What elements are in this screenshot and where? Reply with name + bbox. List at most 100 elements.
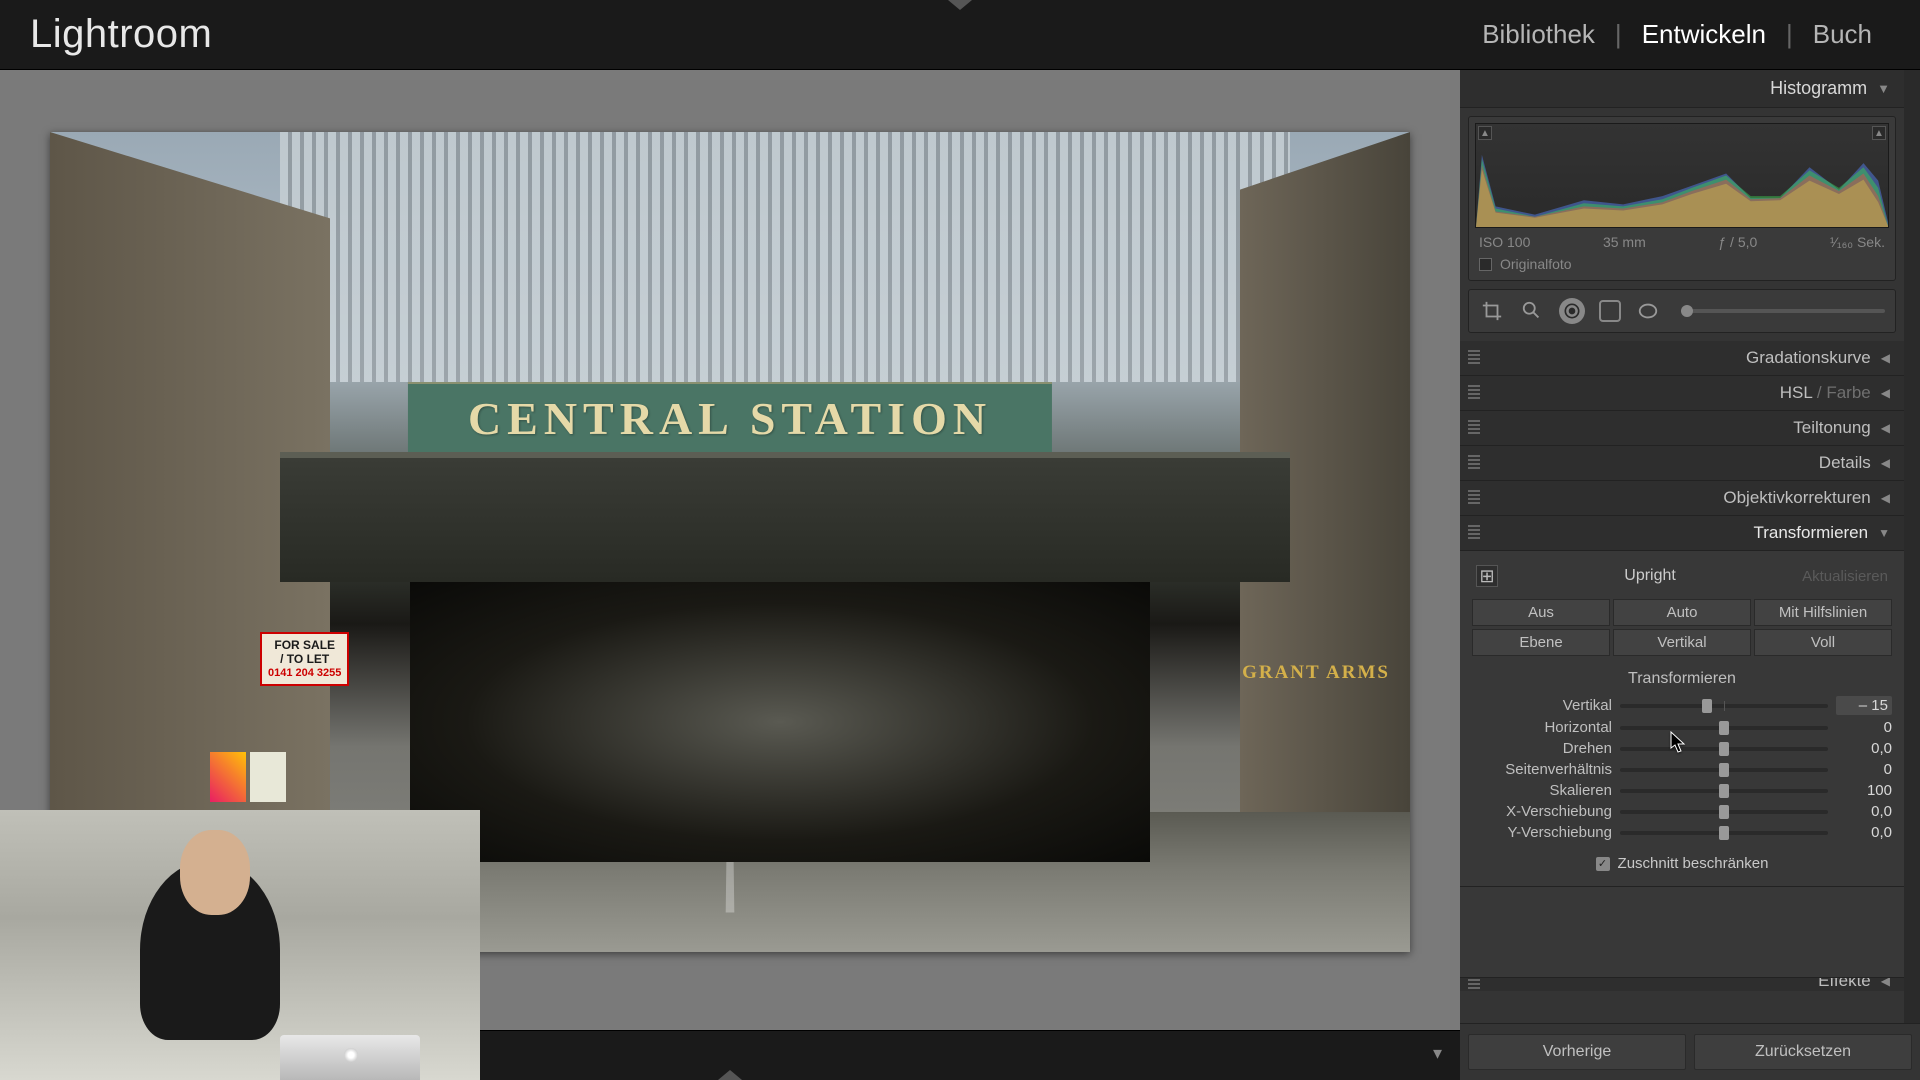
redeye-tool-icon[interactable] bbox=[1559, 298, 1585, 324]
exif-shutter: ¹⁄₁₆₀ Sek. bbox=[1830, 234, 1885, 250]
upright-level-button[interactable]: Ebene bbox=[1472, 629, 1610, 656]
slider-handle[interactable] bbox=[1719, 742, 1729, 756]
chevron-down-icon: ▼ bbox=[1877, 81, 1890, 96]
panel-switch-icon[interactable] bbox=[1468, 525, 1480, 541]
module-book[interactable]: Buch bbox=[1795, 19, 1890, 50]
photo-bridge-beam bbox=[280, 452, 1290, 582]
slider-value[interactable]: 100 bbox=[1836, 782, 1892, 799]
exif-row: ISO 100 35 mm ƒ / 5,0 ¹⁄₁₆₀ Sek. bbox=[1475, 228, 1889, 252]
reset-button[interactable]: Zurücksetzen bbox=[1694, 1034, 1912, 1070]
panel-hsl[interactable]: HSL / Farbe◀ bbox=[1460, 376, 1904, 411]
slider-track[interactable] bbox=[1620, 831, 1828, 835]
upright-vertical-button[interactable]: Vertikal bbox=[1613, 629, 1751, 656]
panel-transform-body: ⊞ Upright Aktualisieren Aus Auto Mit Hil… bbox=[1460, 551, 1904, 887]
panel-scrollbar[interactable] bbox=[1904, 70, 1920, 1023]
chevron-left-icon: ◀ bbox=[1881, 491, 1890, 505]
upright-update-button[interactable]: Aktualisieren bbox=[1802, 568, 1888, 585]
panel-effects-peek[interactable]: Effekte◀ bbox=[1460, 977, 1904, 991]
photo-tunnel bbox=[410, 582, 1150, 862]
chevron-left-icon: ◀ bbox=[1881, 977, 1890, 988]
slider-value[interactable]: 0,0 bbox=[1836, 740, 1892, 757]
chevron-down-icon: ▼ bbox=[1878, 526, 1890, 540]
chevron-left-icon: ◀ bbox=[1881, 386, 1890, 400]
original-photo-row[interactable]: Originalfoto bbox=[1475, 252, 1889, 274]
panel-tone-curve[interactable]: Gradationskurve◀ bbox=[1460, 341, 1904, 376]
panel-switch-icon[interactable] bbox=[1468, 385, 1480, 401]
slider-handle[interactable] bbox=[1702, 699, 1712, 713]
slider-handle[interactable] bbox=[1719, 784, 1729, 798]
histogram-header[interactable]: Histogramm ▼ bbox=[1460, 70, 1904, 108]
histogram-panel: ▲ ▲ ISO 100 35 mm ƒ / 5,0 ¹⁄₁₆₀ Sek. bbox=[1468, 116, 1896, 281]
upright-guided-button[interactable]: Mit Hilfslinien bbox=[1754, 599, 1892, 626]
constrain-crop-row[interactable]: ✓ Zuschnitt beschränken bbox=[1472, 855, 1892, 872]
upright-off-button[interactable]: Aus bbox=[1472, 599, 1610, 626]
checkmark-icon[interactable]: ✓ bbox=[1596, 857, 1610, 871]
apple-icon bbox=[344, 1048, 358, 1062]
slider-track[interactable] bbox=[1620, 810, 1828, 814]
transform-slider-row: Y-Verschiebung0,0 bbox=[1472, 822, 1892, 843]
panel-bottom-buttons: Vorherige Zurücksetzen bbox=[1460, 1023, 1920, 1080]
transform-slider-row: Vertikal – 15 bbox=[1472, 694, 1892, 717]
panel-switch-icon[interactable] bbox=[1468, 979, 1480, 991]
panel-switch-icon[interactable] bbox=[1468, 455, 1480, 471]
crop-tool-icon[interactable] bbox=[1479, 298, 1505, 324]
exif-aperture: ƒ / 5,0 bbox=[1718, 234, 1757, 250]
photo-roof bbox=[280, 132, 1290, 382]
upright-guided-icon[interactable]: ⊞ bbox=[1476, 565, 1498, 587]
slider-handle[interactable] bbox=[1719, 763, 1729, 777]
slider-track[interactable] bbox=[1620, 789, 1828, 793]
slider-label: Seitenverhältnis bbox=[1472, 761, 1612, 778]
checkbox-icon[interactable] bbox=[1479, 258, 1492, 271]
slider-handle[interactable] bbox=[1681, 305, 1693, 317]
panel-lens-corrections[interactable]: Objektivkorrekturen◀ bbox=[1460, 481, 1904, 516]
photo-poster bbox=[250, 752, 286, 802]
gradient-tool-icon[interactable] bbox=[1599, 300, 1621, 322]
slider-value[interactable]: 0 bbox=[1836, 761, 1892, 778]
upright-mode-grid: Aus Auto Mit Hilfslinien Ebene Vertikal … bbox=[1472, 599, 1892, 656]
slider-handle[interactable] bbox=[1719, 805, 1729, 819]
right-panel: Histogramm ▼ ▲ ▲ ISO 100 35 mm bbox=[1460, 70, 1920, 1080]
transform-slider-row: X-Verschiebung 0,0 bbox=[1472, 801, 1892, 822]
slider-handle[interactable] bbox=[1719, 721, 1729, 735]
spot-tool-icon[interactable] bbox=[1519, 298, 1545, 324]
brush-tool-slider[interactable] bbox=[1681, 309, 1885, 313]
transform-slider-row: Drehen 0,0 bbox=[1472, 738, 1892, 759]
transform-slider-row: Horizontal 0 bbox=[1472, 717, 1892, 738]
upright-label: Upright bbox=[1624, 567, 1676, 585]
upright-auto-button[interactable]: Auto bbox=[1613, 599, 1751, 626]
chevron-left-icon: ◀ bbox=[1881, 351, 1890, 365]
panel-switch-icon[interactable] bbox=[1468, 490, 1480, 506]
chevron-left-icon: ◀ bbox=[1881, 421, 1890, 435]
upright-full-button[interactable]: Voll bbox=[1754, 629, 1892, 656]
histogram-graph[interactable]: ▲ ▲ bbox=[1475, 123, 1889, 228]
slider-value[interactable]: 0,0 bbox=[1836, 824, 1892, 841]
top-bar: Lightroom Bibliothek | Entwickeln | Buch bbox=[0, 0, 1920, 70]
panel-split-toning[interactable]: Teiltonung◀ bbox=[1460, 411, 1904, 446]
slider-track[interactable] bbox=[1620, 726, 1828, 730]
slider-value[interactable]: – 15 bbox=[1836, 696, 1892, 715]
slider-track[interactable] bbox=[1620, 768, 1828, 772]
slider-label: Vertikal bbox=[1472, 697, 1612, 714]
previous-button[interactable]: Vorherige bbox=[1468, 1034, 1686, 1070]
panel-switch-icon[interactable] bbox=[1468, 420, 1480, 436]
photo-station-sign: CENTRAL STATION bbox=[408, 382, 1052, 455]
radial-tool-icon[interactable] bbox=[1635, 298, 1661, 324]
slider-value[interactable]: 0 bbox=[1836, 719, 1892, 736]
slider-label: Horizontal bbox=[1472, 719, 1612, 736]
slider-track[interactable] bbox=[1620, 747, 1828, 751]
slider-track[interactable] bbox=[1620, 704, 1828, 708]
module-develop[interactable]: Entwickeln bbox=[1624, 19, 1784, 50]
slider-label: Drehen bbox=[1472, 740, 1612, 757]
chevron-left-icon: ◀ bbox=[1881, 456, 1890, 470]
slider-value[interactable]: 0,0 bbox=[1836, 803, 1892, 820]
transform-slider-row: Skalieren100 bbox=[1472, 780, 1892, 801]
module-library[interactable]: Bibliothek bbox=[1464, 19, 1613, 50]
module-picker: Bibliothek | Entwickeln | Buch bbox=[1464, 19, 1890, 50]
panel-switch-icon[interactable] bbox=[1468, 350, 1480, 366]
app-title: Lightroom bbox=[30, 12, 212, 57]
panel-detail[interactable]: Details◀ bbox=[1460, 446, 1904, 481]
slider-handle[interactable] bbox=[1719, 826, 1729, 840]
chevron-down-icon[interactable]: ▾ bbox=[1433, 1043, 1442, 1064]
panel-transform-header[interactable]: Transformieren▼ bbox=[1460, 516, 1904, 551]
slider-label: X-Verschiebung bbox=[1472, 803, 1612, 820]
